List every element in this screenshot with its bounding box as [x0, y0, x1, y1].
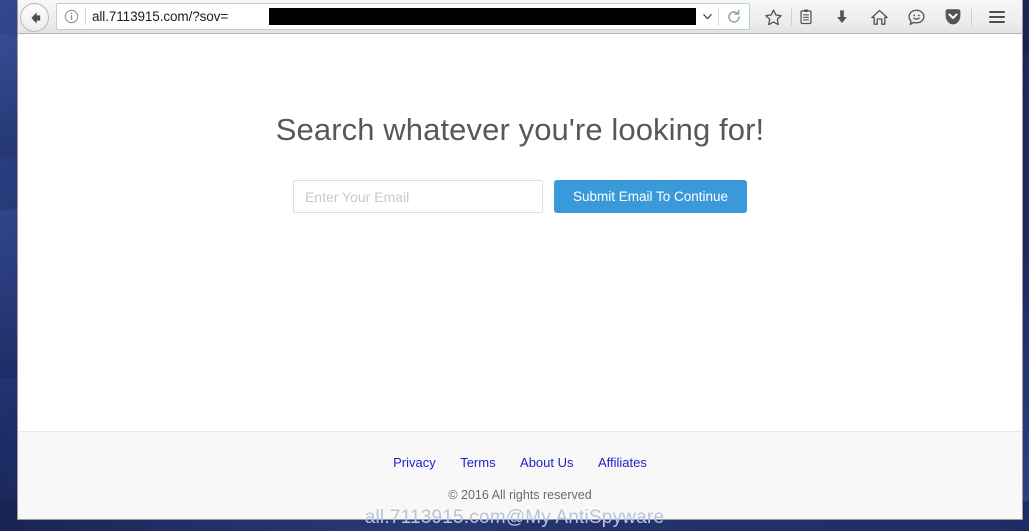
urlbar-separator: [85, 8, 86, 25]
browser-toolbar: all.7113915.com/?sov=: [18, 0, 1022, 34]
footer-link-terms[interactable]: Terms: [460, 455, 495, 470]
menu-icon[interactable]: [984, 4, 1010, 30]
page-footer: Privacy Terms About Us Affiliates © 2016…: [18, 431, 1022, 519]
chevron-down-icon[interactable]: [696, 4, 718, 29]
url-text-container[interactable]: all.7113915.com/?sov=: [92, 4, 696, 29]
footer-link-affiliates[interactable]: Affiliates: [598, 455, 647, 470]
reader-list-icon[interactable]: [793, 4, 819, 30]
browser-window: all.7113915.com/?sov= Search whatever yo…: [18, 0, 1022, 519]
reload-icon[interactable]: [719, 4, 749, 29]
footer-link-privacy[interactable]: Privacy: [393, 455, 436, 470]
info-circle-icon[interactable]: [57, 4, 85, 29]
url-bar[interactable]: all.7113915.com/?sov=: [56, 3, 750, 30]
url-redaction-bar: [269, 7, 696, 25]
footer-links: Privacy Terms About Us Affiliates: [18, 454, 1022, 472]
email-input[interactable]: [292, 180, 543, 213]
sync-chat-icon[interactable]: [903, 4, 929, 30]
copyright-text: © 2016 All rights reserved: [448, 488, 592, 502]
footer-link-about-us[interactable]: About Us: [520, 455, 573, 470]
page-content: Search whatever you're looking for! Subm…: [18, 34, 1022, 519]
toolbar-divider: [971, 8, 972, 26]
bookmark-star-icon[interactable]: [760, 4, 786, 30]
url-text: all.7113915.com/?sov=: [92, 9, 229, 24]
submit-email-button[interactable]: Submit Email To Continue: [553, 180, 748, 213]
back-button[interactable]: [20, 3, 49, 32]
downloads-icon[interactable]: [829, 4, 855, 30]
back-arrow-icon: [30, 11, 40, 24]
email-signup-form: Submit Email To Continue: [18, 180, 1022, 213]
home-icon[interactable]: [866, 4, 892, 30]
pocket-icon[interactable]: [940, 4, 966, 30]
toolbar-divider: [791, 8, 792, 26]
page-title: Search whatever you're looking for!: [275, 112, 765, 147]
